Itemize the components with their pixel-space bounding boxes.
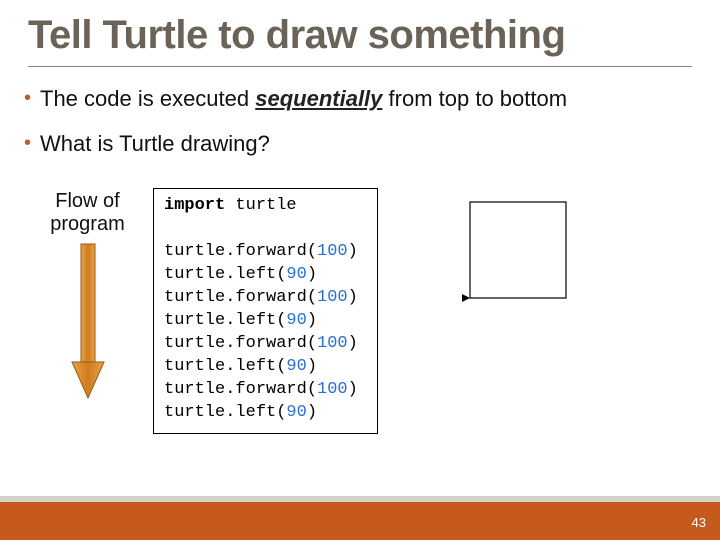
bullet-1-text-pre: The code is executed xyxy=(40,86,255,111)
code-call: turtle.forward( xyxy=(164,242,317,261)
code-end: ) xyxy=(307,265,317,284)
code-call: turtle.left( xyxy=(164,357,286,376)
content-row: Flow of program import turtl xyxy=(28,188,692,433)
code-keyword-import: import xyxy=(164,196,225,215)
title-divider xyxy=(28,66,692,67)
code-end: ) xyxy=(307,311,317,330)
bullet-2: What is Turtle drawing? xyxy=(28,130,692,159)
code-arg: 100 xyxy=(317,242,348,261)
code-arg: 90 xyxy=(286,265,306,284)
code-arg: 90 xyxy=(286,311,306,330)
code-module: turtle xyxy=(225,196,296,215)
slide: Tell Turtle to draw something The code i… xyxy=(0,0,720,540)
code-end: ) xyxy=(348,380,358,399)
bullet-1: The code is executed sequentially from t… xyxy=(28,85,692,114)
code-end: ) xyxy=(348,288,358,307)
code-line: turtle.left(90) xyxy=(164,403,317,422)
footer-bar: 43 xyxy=(0,496,720,540)
code-line: turtle.forward(100) xyxy=(164,380,358,399)
code-arg: 100 xyxy=(317,380,348,399)
code-line: turtle.forward(100) xyxy=(164,334,358,353)
code-line: turtle.left(90) xyxy=(164,357,317,376)
turtle-output xyxy=(456,196,596,311)
code-end: ) xyxy=(348,242,358,261)
code-call: turtle.left( xyxy=(164,311,286,330)
bullet-1-text-post: from top to bottom xyxy=(382,86,567,111)
code-box: import turtle turtle.forward(100) turtle… xyxy=(153,188,378,433)
flow-label-line2: program xyxy=(50,213,124,235)
flow-arrow-wrap xyxy=(40,242,135,402)
code-line: turtle.forward(100) xyxy=(164,242,358,261)
flow-label-line1: Flow of xyxy=(55,190,119,212)
down-arrow-icon xyxy=(68,242,108,402)
code-call: turtle.forward( xyxy=(164,380,317,399)
code-arg: 90 xyxy=(286,357,306,376)
flow-column: Flow of program xyxy=(40,188,135,402)
page-number: 43 xyxy=(692,515,706,530)
flow-label: Flow of program xyxy=(40,190,135,236)
slide-title: Tell Turtle to draw something xyxy=(28,14,692,56)
code-arg: 100 xyxy=(317,288,348,307)
code-line: turtle.forward(100) xyxy=(164,288,358,307)
code-line: turtle.left(90) xyxy=(164,311,317,330)
code-line: turtle.left(90) xyxy=(164,265,317,284)
code-arg: 90 xyxy=(286,403,306,422)
code-call: turtle.forward( xyxy=(164,288,317,307)
turtle-drawing-icon xyxy=(456,196,596,306)
code-call: turtle.left( xyxy=(164,403,286,422)
code-end: ) xyxy=(307,357,317,376)
code-call: turtle.forward( xyxy=(164,334,317,353)
code-end: ) xyxy=(307,403,317,422)
code-end: ) xyxy=(348,334,358,353)
bullet-1-emphasis: sequentially xyxy=(255,86,382,111)
code-arg: 100 xyxy=(317,334,348,353)
code-call: turtle.left( xyxy=(164,265,286,284)
bullet-list: The code is executed sequentially from t… xyxy=(28,85,692,158)
